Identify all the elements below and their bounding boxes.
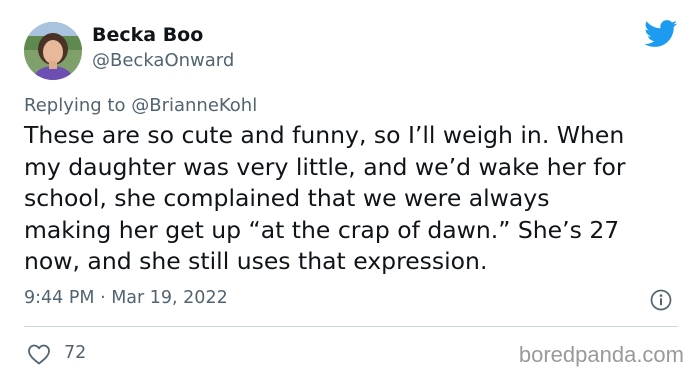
avatar-photo	[24, 22, 82, 80]
avatar[interactable]	[24, 22, 82, 80]
replying-to-label: Replying to	[24, 95, 126, 116]
reply-to-handle-link[interactable]: @BrianneKohl	[131, 95, 257, 116]
author-display-name[interactable]: Becka Boo	[92, 24, 203, 46]
divider	[24, 326, 678, 327]
tweet-text-line: These are so cute and funny, so I’ll wei…	[24, 121, 625, 149]
tweet-timestamp[interactable]: 9:44 PM · Mar 19, 2022	[24, 288, 228, 308]
tweet-text-line: now, and she still uses that expression.	[24, 247, 488, 275]
tweet-text-line: making her get up “at the crap of dawn.”…	[24, 215, 620, 244]
heart-icon[interactable]	[27, 343, 51, 365]
tweet-text: These are so cute and funny, so I’ll wei…	[24, 120, 688, 278]
replying-to: Replying to @BrianneKohl	[24, 95, 257, 116]
watermark: boredpanda.com	[518, 342, 684, 367]
like-count[interactable]: 72	[64, 343, 86, 363]
author-handle[interactable]: @BeckaOnward	[92, 50, 234, 71]
info-icon[interactable]	[650, 289, 672, 311]
tweet-text-line: my daughter was very little, and we’d wa…	[24, 152, 626, 181]
twitter-bird-icon[interactable]	[644, 20, 678, 48]
tweet-text-line: school, she complained that we were alwa…	[24, 184, 550, 212]
